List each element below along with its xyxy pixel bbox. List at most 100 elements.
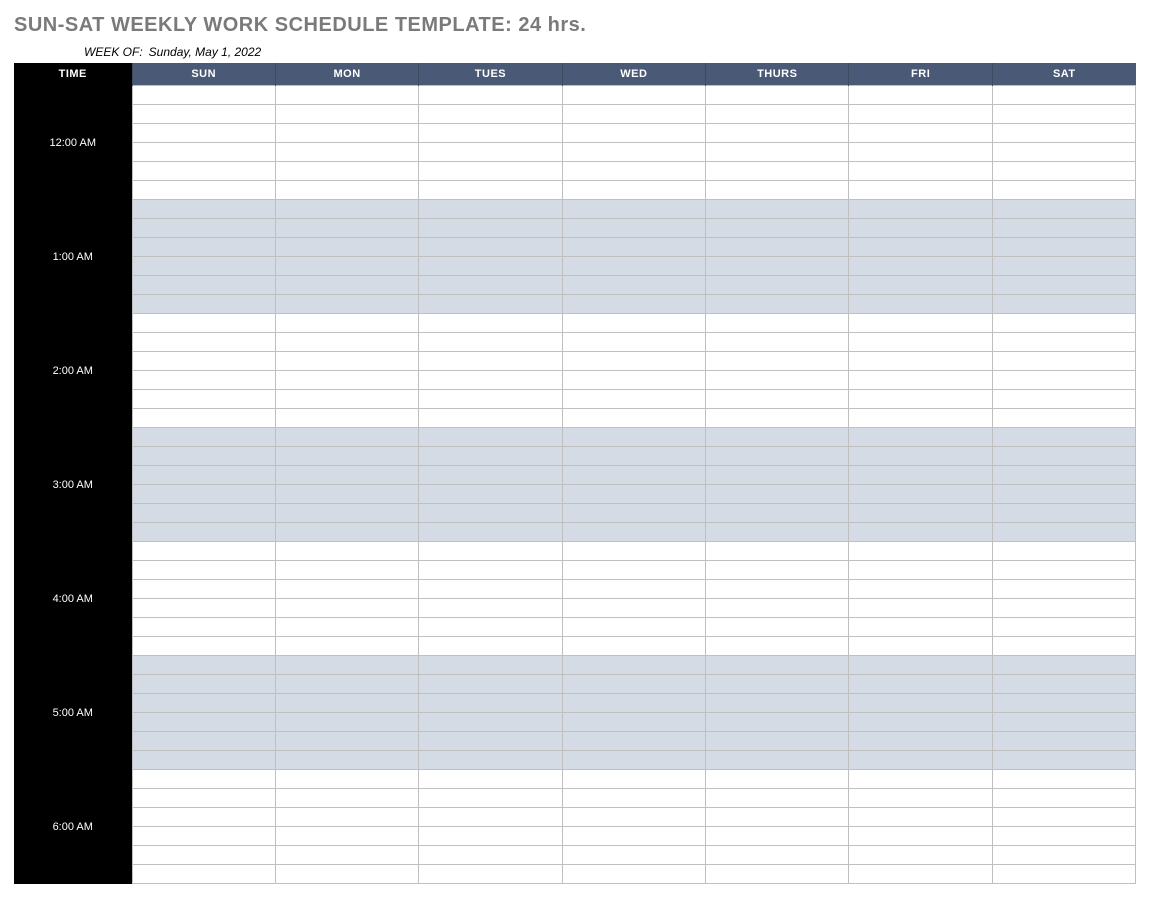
schedule-cell[interactable] bbox=[562, 86, 705, 105]
schedule-cell[interactable] bbox=[562, 637, 705, 656]
schedule-cell[interactable] bbox=[992, 656, 1135, 675]
schedule-cell[interactable] bbox=[849, 580, 992, 599]
schedule-cell[interactable] bbox=[275, 846, 418, 865]
schedule-cell[interactable] bbox=[706, 162, 849, 181]
schedule-cell[interactable] bbox=[419, 428, 562, 447]
schedule-cell[interactable] bbox=[849, 827, 992, 846]
schedule-cell[interactable] bbox=[706, 865, 849, 884]
schedule-cell[interactable] bbox=[132, 504, 275, 523]
schedule-cell[interactable] bbox=[419, 542, 562, 561]
schedule-cell[interactable] bbox=[275, 428, 418, 447]
schedule-cell[interactable] bbox=[849, 86, 992, 105]
schedule-cell[interactable] bbox=[706, 295, 849, 314]
schedule-cell[interactable] bbox=[419, 504, 562, 523]
schedule-cell[interactable] bbox=[419, 770, 562, 789]
schedule-cell[interactable] bbox=[132, 827, 275, 846]
schedule-cell[interactable] bbox=[132, 865, 275, 884]
schedule-cell[interactable] bbox=[706, 599, 849, 618]
schedule-cell[interactable] bbox=[992, 124, 1135, 143]
schedule-cell[interactable] bbox=[562, 599, 705, 618]
schedule-cell[interactable] bbox=[419, 751, 562, 770]
schedule-cell[interactable] bbox=[419, 732, 562, 751]
schedule-cell[interactable] bbox=[849, 675, 992, 694]
schedule-cell[interactable] bbox=[419, 827, 562, 846]
schedule-cell[interactable] bbox=[419, 637, 562, 656]
schedule-cell[interactable] bbox=[419, 276, 562, 295]
schedule-cell[interactable] bbox=[132, 409, 275, 428]
schedule-cell[interactable] bbox=[706, 580, 849, 599]
schedule-cell[interactable] bbox=[275, 694, 418, 713]
schedule-cell[interactable] bbox=[275, 770, 418, 789]
schedule-cell[interactable] bbox=[419, 675, 562, 694]
schedule-cell[interactable] bbox=[562, 656, 705, 675]
schedule-cell[interactable] bbox=[849, 523, 992, 542]
schedule-cell[interactable] bbox=[132, 447, 275, 466]
schedule-cell[interactable] bbox=[275, 523, 418, 542]
schedule-cell[interactable] bbox=[275, 713, 418, 732]
schedule-cell[interactable] bbox=[706, 181, 849, 200]
schedule-cell[interactable] bbox=[992, 200, 1135, 219]
schedule-cell[interactable] bbox=[275, 86, 418, 105]
schedule-cell[interactable] bbox=[992, 561, 1135, 580]
schedule-cell[interactable] bbox=[132, 618, 275, 637]
schedule-cell[interactable] bbox=[132, 580, 275, 599]
schedule-cell[interactable] bbox=[562, 428, 705, 447]
schedule-cell[interactable] bbox=[419, 523, 562, 542]
schedule-cell[interactable] bbox=[706, 409, 849, 428]
schedule-cell[interactable] bbox=[132, 200, 275, 219]
schedule-cell[interactable] bbox=[849, 694, 992, 713]
schedule-cell[interactable] bbox=[132, 162, 275, 181]
schedule-cell[interactable] bbox=[275, 789, 418, 808]
schedule-cell[interactable] bbox=[706, 732, 849, 751]
schedule-cell[interactable] bbox=[706, 276, 849, 295]
schedule-cell[interactable] bbox=[275, 390, 418, 409]
schedule-cell[interactable] bbox=[849, 751, 992, 770]
schedule-cell[interactable] bbox=[132, 295, 275, 314]
schedule-cell[interactable] bbox=[562, 789, 705, 808]
schedule-cell[interactable] bbox=[132, 599, 275, 618]
schedule-cell[interactable] bbox=[849, 732, 992, 751]
schedule-cell[interactable] bbox=[992, 789, 1135, 808]
schedule-cell[interactable] bbox=[275, 865, 418, 884]
schedule-cell[interactable] bbox=[275, 352, 418, 371]
schedule-cell[interactable] bbox=[562, 219, 705, 238]
schedule-cell[interactable] bbox=[132, 86, 275, 105]
schedule-cell[interactable] bbox=[275, 485, 418, 504]
schedule-cell[interactable] bbox=[275, 295, 418, 314]
schedule-cell[interactable] bbox=[132, 732, 275, 751]
schedule-cell[interactable] bbox=[706, 542, 849, 561]
schedule-cell[interactable] bbox=[992, 86, 1135, 105]
schedule-cell[interactable] bbox=[275, 314, 418, 333]
schedule-cell[interactable] bbox=[706, 485, 849, 504]
schedule-cell[interactable] bbox=[992, 675, 1135, 694]
schedule-cell[interactable] bbox=[706, 428, 849, 447]
schedule-cell[interactable] bbox=[992, 504, 1135, 523]
schedule-cell[interactable] bbox=[706, 523, 849, 542]
schedule-cell[interactable] bbox=[706, 846, 849, 865]
schedule-cell[interactable] bbox=[562, 485, 705, 504]
schedule-cell[interactable] bbox=[706, 694, 849, 713]
schedule-cell[interactable] bbox=[849, 618, 992, 637]
schedule-cell[interactable] bbox=[419, 200, 562, 219]
schedule-cell[interactable] bbox=[275, 162, 418, 181]
schedule-cell[interactable] bbox=[849, 390, 992, 409]
schedule-cell[interactable] bbox=[132, 390, 275, 409]
schedule-cell[interactable] bbox=[419, 846, 562, 865]
schedule-cell[interactable] bbox=[562, 390, 705, 409]
schedule-cell[interactable] bbox=[992, 694, 1135, 713]
schedule-cell[interactable] bbox=[132, 105, 275, 124]
schedule-cell[interactable] bbox=[706, 371, 849, 390]
schedule-cell[interactable] bbox=[275, 181, 418, 200]
schedule-cell[interactable] bbox=[992, 770, 1135, 789]
schedule-cell[interactable] bbox=[706, 770, 849, 789]
schedule-cell[interactable] bbox=[992, 105, 1135, 124]
schedule-cell[interactable] bbox=[419, 352, 562, 371]
schedule-cell[interactable] bbox=[132, 656, 275, 675]
schedule-cell[interactable] bbox=[562, 770, 705, 789]
schedule-cell[interactable] bbox=[275, 409, 418, 428]
schedule-cell[interactable] bbox=[562, 105, 705, 124]
schedule-cell[interactable] bbox=[706, 466, 849, 485]
schedule-cell[interactable] bbox=[419, 143, 562, 162]
schedule-cell[interactable] bbox=[275, 257, 418, 276]
schedule-cell[interactable] bbox=[275, 447, 418, 466]
